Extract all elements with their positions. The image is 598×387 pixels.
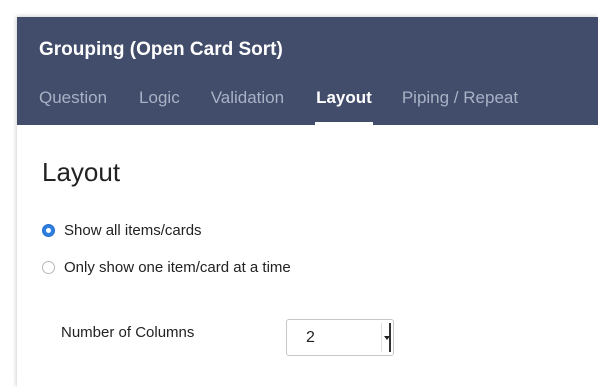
select-value: 2 bbox=[306, 329, 315, 346]
number-of-columns-select[interactable]: 2 bbox=[286, 319, 394, 356]
tab-piping-repeat[interactable]: Piping / Repeat bbox=[402, 88, 518, 125]
panel-header: Grouping (Open Card Sort) Question Logic… bbox=[17, 17, 598, 125]
section-title: Layout bbox=[42, 157, 121, 187]
radio-unchecked-icon[interactable] bbox=[42, 261, 55, 274]
tab-question[interactable]: Question bbox=[39, 88, 107, 125]
question-editor-panel: Grouping (Open Card Sort) Question Logic… bbox=[17, 17, 598, 387]
radio-label: Show all items/cards bbox=[64, 222, 202, 239]
editor-tabs: Question Logic Validation Layout Piping … bbox=[39, 88, 518, 125]
tab-validation[interactable]: Validation bbox=[211, 88, 284, 125]
chevron-down-icon[interactable] bbox=[384, 336, 390, 340]
tab-layout[interactable]: Layout bbox=[315, 88, 373, 125]
radio-checked-icon[interactable] bbox=[42, 224, 55, 237]
radio-show-one-item[interactable]: Only show one item/card at a time bbox=[42, 259, 291, 276]
radio-label: Only show one item/card at a time bbox=[64, 259, 291, 276]
number-of-columns-label: Number of Columns bbox=[61, 324, 195, 341]
page: Grouping (Open Card Sort) Question Logic… bbox=[0, 0, 598, 387]
question-title: Grouping (Open Card Sort) bbox=[39, 39, 283, 60]
tab-logic[interactable]: Logic bbox=[139, 88, 180, 125]
radio-show-all-items[interactable]: Show all items/cards bbox=[42, 222, 202, 239]
